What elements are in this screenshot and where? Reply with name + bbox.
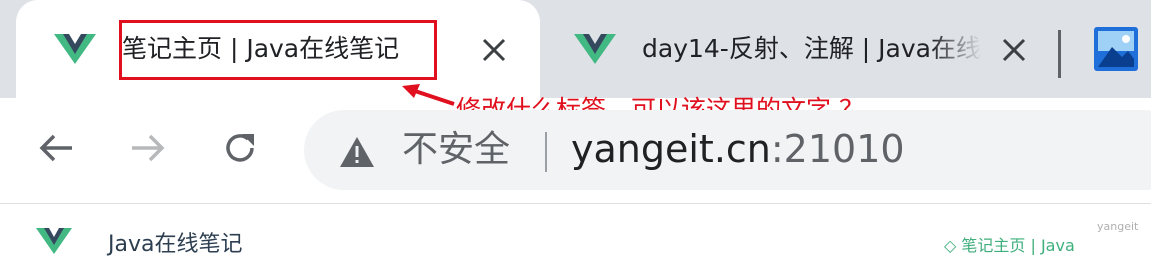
reload-icon[interactable]	[220, 128, 260, 168]
vue-logo-icon	[54, 34, 96, 64]
nav-link-notes-home[interactable]: ◇ 笔记主页 | Java	[944, 232, 1075, 256]
tab-inactive[interactable]: day14-反射、注解 | Java在线笔记	[556, 0, 1056, 98]
warning-icon[interactable]	[338, 135, 376, 169]
url-host: yangeit.cn	[571, 127, 771, 171]
vue-logo-icon	[574, 34, 616, 64]
annotation-highlight-box	[119, 20, 437, 80]
site-logo-icon[interactable]	[36, 228, 72, 254]
close-icon[interactable]	[1000, 36, 1028, 64]
arrow-left-icon[interactable]	[36, 128, 76, 168]
arrow-right-icon[interactable]	[128, 128, 168, 168]
url-port: :21010	[770, 127, 905, 171]
close-icon[interactable]	[480, 36, 508, 64]
image-icon[interactable]	[1092, 25, 1140, 73]
tab-divider	[1058, 30, 1061, 78]
url-text[interactable]: yangeit.cn:21010	[571, 124, 905, 174]
watermark: yangeit	[1097, 220, 1139, 233]
omnibox-separator	[545, 132, 547, 172]
site-name[interactable]: Java在线笔记	[108, 226, 242, 258]
tab-title: day14-反射、注解 | Java在线笔记	[642, 34, 982, 63]
not-secure-label[interactable]: 不安全	[402, 126, 510, 174]
